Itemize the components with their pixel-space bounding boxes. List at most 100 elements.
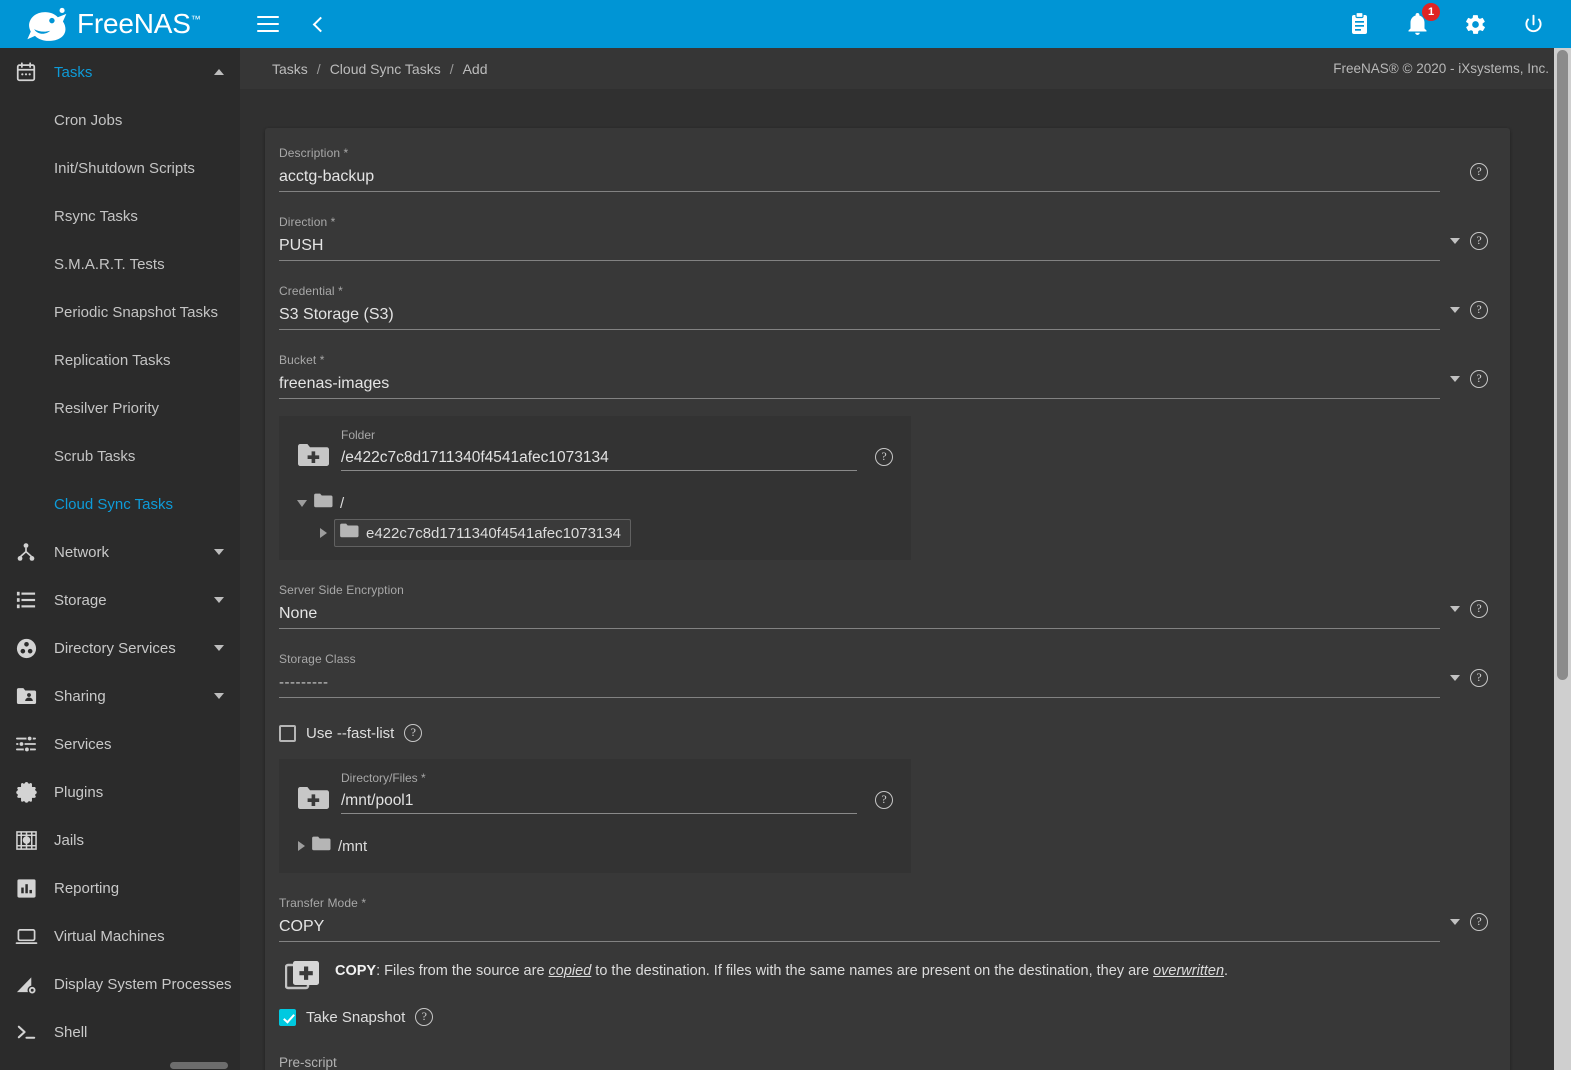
notifications-bell-icon[interactable]: 1 (1401, 8, 1433, 40)
sidebar-item-periodic-snapshot-tasks[interactable]: Periodic Snapshot Tasks (0, 288, 240, 336)
tree-node-root[interactable]: / (295, 490, 899, 516)
top-app-bar: FreeNAS™ 1 (0, 0, 1571, 48)
server-side-encryption-select-value[interactable]: None (279, 599, 1440, 629)
chevron-down-icon[interactable] (1450, 675, 1460, 681)
sidebar-item-cron-jobs[interactable]: Cron Jobs (0, 96, 240, 144)
fast-list-checkbox[interactable] (279, 725, 296, 742)
credential-select-value[interactable]: S3 Storage (S3) (279, 300, 1440, 330)
sidebar-sub-label: Replication Tasks (54, 352, 170, 369)
chevron-down-icon[interactable] (1450, 606, 1460, 612)
chevron-down-icon[interactable] (1450, 919, 1460, 925)
transfer-mode-select-value[interactable]: COPY (279, 912, 1440, 942)
chevron-down-icon[interactable] (214, 645, 224, 651)
sidebar-item-label: Virtual Machines (54, 928, 224, 945)
sidebar-group-tasks[interactable]: Tasks (0, 48, 240, 96)
sidebar-sub-label: Scrub Tasks (54, 448, 135, 465)
hamburger-icon[interactable] (252, 8, 284, 40)
sidebar-item-resilver-priority[interactable]: Resilver Priority (0, 384, 240, 432)
take-snapshot-checkbox-row[interactable]: Take Snapshot ? (265, 1008, 1510, 1026)
chevron-down-icon[interactable] (1450, 238, 1460, 244)
chevron-down-icon[interactable] (214, 549, 224, 555)
help-icon[interactable]: ? (1470, 232, 1488, 250)
sidebar-item-display-system-processes[interactable]: Display System Processes (0, 960, 240, 1008)
sidebar-horizontal-scrollbar[interactable] (0, 1061, 240, 1070)
directory-files-input[interactable]: /mnt/pool1 (341, 787, 857, 814)
bucket-field[interactable]: Bucket * freenas-images ? (279, 347, 1488, 399)
storage-class-select-value[interactable]: --------- (279, 668, 1440, 698)
credential-field[interactable]: Credential * S3 Storage (S3) ? (279, 278, 1488, 330)
copy-files-icon (285, 960, 321, 995)
chevron-left-icon[interactable] (302, 8, 334, 40)
add-folder-icon[interactable] (297, 785, 329, 816)
help-icon[interactable]: ? (1470, 600, 1488, 618)
help-icon[interactable]: ? (1470, 669, 1488, 687)
storage-class-field[interactable]: Storage Class --------- ? (279, 646, 1488, 698)
sidebar-item-label: Plugins (54, 784, 224, 801)
help-icon[interactable]: ? (404, 724, 422, 742)
sidebar-item-sharing[interactable]: Sharing (0, 672, 240, 720)
tree-expand-arrow-icon[interactable] (298, 841, 305, 851)
sidebar-item-virtual-machines[interactable]: Virtual Machines (0, 912, 240, 960)
folder-input[interactable]: /e422c7c8d1711340f4541afec1073134 (341, 444, 857, 471)
breadcrumb-item-cloud-sync-tasks[interactable]: Cloud Sync Tasks (330, 61, 441, 77)
sidebar-item-storage[interactable]: Storage (0, 576, 240, 624)
tree-node-bucket-folder[interactable]: e422c7c8d1711340f4541afec1073134 (317, 520, 899, 546)
sidebar-item-scrub-tasks[interactable]: Scrub Tasks (0, 432, 240, 480)
sidebar-item-cloud-sync-tasks[interactable]: Cloud Sync Tasks (0, 480, 240, 528)
tasks-clipboard-icon[interactable] (1343, 8, 1375, 40)
settings-gear-icon[interactable] (1459, 8, 1491, 40)
chevron-up-icon[interactable] (214, 69, 224, 75)
help-icon[interactable]: ? (875, 791, 893, 809)
help-icon[interactable]: ? (1470, 301, 1488, 319)
bucket-select-value[interactable]: freenas-images (279, 369, 1440, 399)
help-icon[interactable]: ? (1470, 163, 1488, 181)
sidebar-item-services[interactable]: Services (0, 720, 240, 768)
sidebar-item-plugins[interactable]: Plugins (0, 768, 240, 816)
sidebar-item-replication-tasks[interactable]: Replication Tasks (0, 336, 240, 384)
chevron-down-icon[interactable] (214, 693, 224, 699)
fast-list-checkbox-row[interactable]: Use --fast-list ? (265, 724, 1510, 742)
sidebar-item-shell[interactable]: Shell (0, 1008, 240, 1056)
sidebar-item-rsync-tasks[interactable]: Rsync Tasks (0, 192, 240, 240)
pre-script-field[interactable]: Pre-script ? (265, 1054, 1510, 1070)
help-icon[interactable]: ? (1470, 370, 1488, 388)
sidebar-item-reporting[interactable]: Reporting (0, 864, 240, 912)
notification-badge-count: 1 (1422, 3, 1440, 21)
power-icon[interactable] (1517, 8, 1549, 40)
chevron-down-icon[interactable] (1450, 307, 1460, 313)
chevron-down-icon[interactable] (1450, 376, 1460, 382)
brand-logo-area[interactable]: FreeNAS™ (0, 0, 240, 48)
tree-node-mnt[interactable]: /mnt (295, 833, 899, 859)
directory-files-field[interactable]: Directory/Files * /mnt/pool1 ? (341, 769, 899, 814)
sidebar-navigation: Tasks Cron Jobs Init/Shutdown Scripts Rs… (0, 48, 240, 1070)
sidebar-scrollbar-thumb[interactable] (170, 1062, 228, 1069)
help-icon[interactable]: ? (1470, 913, 1488, 931)
help-icon[interactable]: ? (875, 448, 893, 466)
folder-field[interactable]: Folder /e422c7c8d1711340f4541afec1073134… (341, 426, 899, 471)
sidebar-item-smart-tests[interactable]: S.M.A.R.T. Tests (0, 240, 240, 288)
tree-expand-arrow-icon[interactable] (297, 500, 307, 507)
sidebar-item-directory-services[interactable]: Directory Services (0, 624, 240, 672)
take-snapshot-checkbox[interactable] (279, 1009, 296, 1026)
description-label: Description * (279, 145, 1440, 162)
sidebar-item-jails[interactable]: Jails (0, 816, 240, 864)
transfer-mode-field[interactable]: Transfer Mode * COPY ? (279, 890, 1488, 942)
breadcrumb-item-tasks[interactable]: Tasks (272, 61, 308, 77)
description-input[interactable]: acctg-backup (279, 162, 1440, 192)
tree-collapse-arrow-icon[interactable] (320, 528, 327, 538)
breadcrumb: Tasks / Cloud Sync Tasks / Add FreeNAS® … (240, 48, 1571, 89)
chevron-down-icon[interactable] (214, 597, 224, 603)
add-folder-icon[interactable] (297, 442, 329, 473)
direction-select-value[interactable]: PUSH (279, 231, 1440, 261)
sidebar-item-init-shutdown-scripts[interactable]: Init/Shutdown Scripts (0, 144, 240, 192)
help-icon[interactable]: ? (415, 1008, 433, 1026)
description-field[interactable]: Description * acctg-backup ? (279, 140, 1488, 192)
direction-field[interactable]: Direction * PUSH ? (279, 209, 1488, 261)
server-side-encryption-field[interactable]: Server Side Encryption None ? (279, 577, 1488, 629)
main-vertical-scrollbar[interactable] (1554, 48, 1571, 1070)
scrollbar-thumb[interactable] (1557, 50, 1568, 680)
tree-node-chip[interactable]: e422c7c8d1711340f4541afec1073134 (334, 519, 631, 547)
sidebar-item-network[interactable]: Network (0, 528, 240, 576)
pre-script-label: Pre-script (279, 1054, 1488, 1070)
shell-prompt-icon (12, 1018, 40, 1046)
